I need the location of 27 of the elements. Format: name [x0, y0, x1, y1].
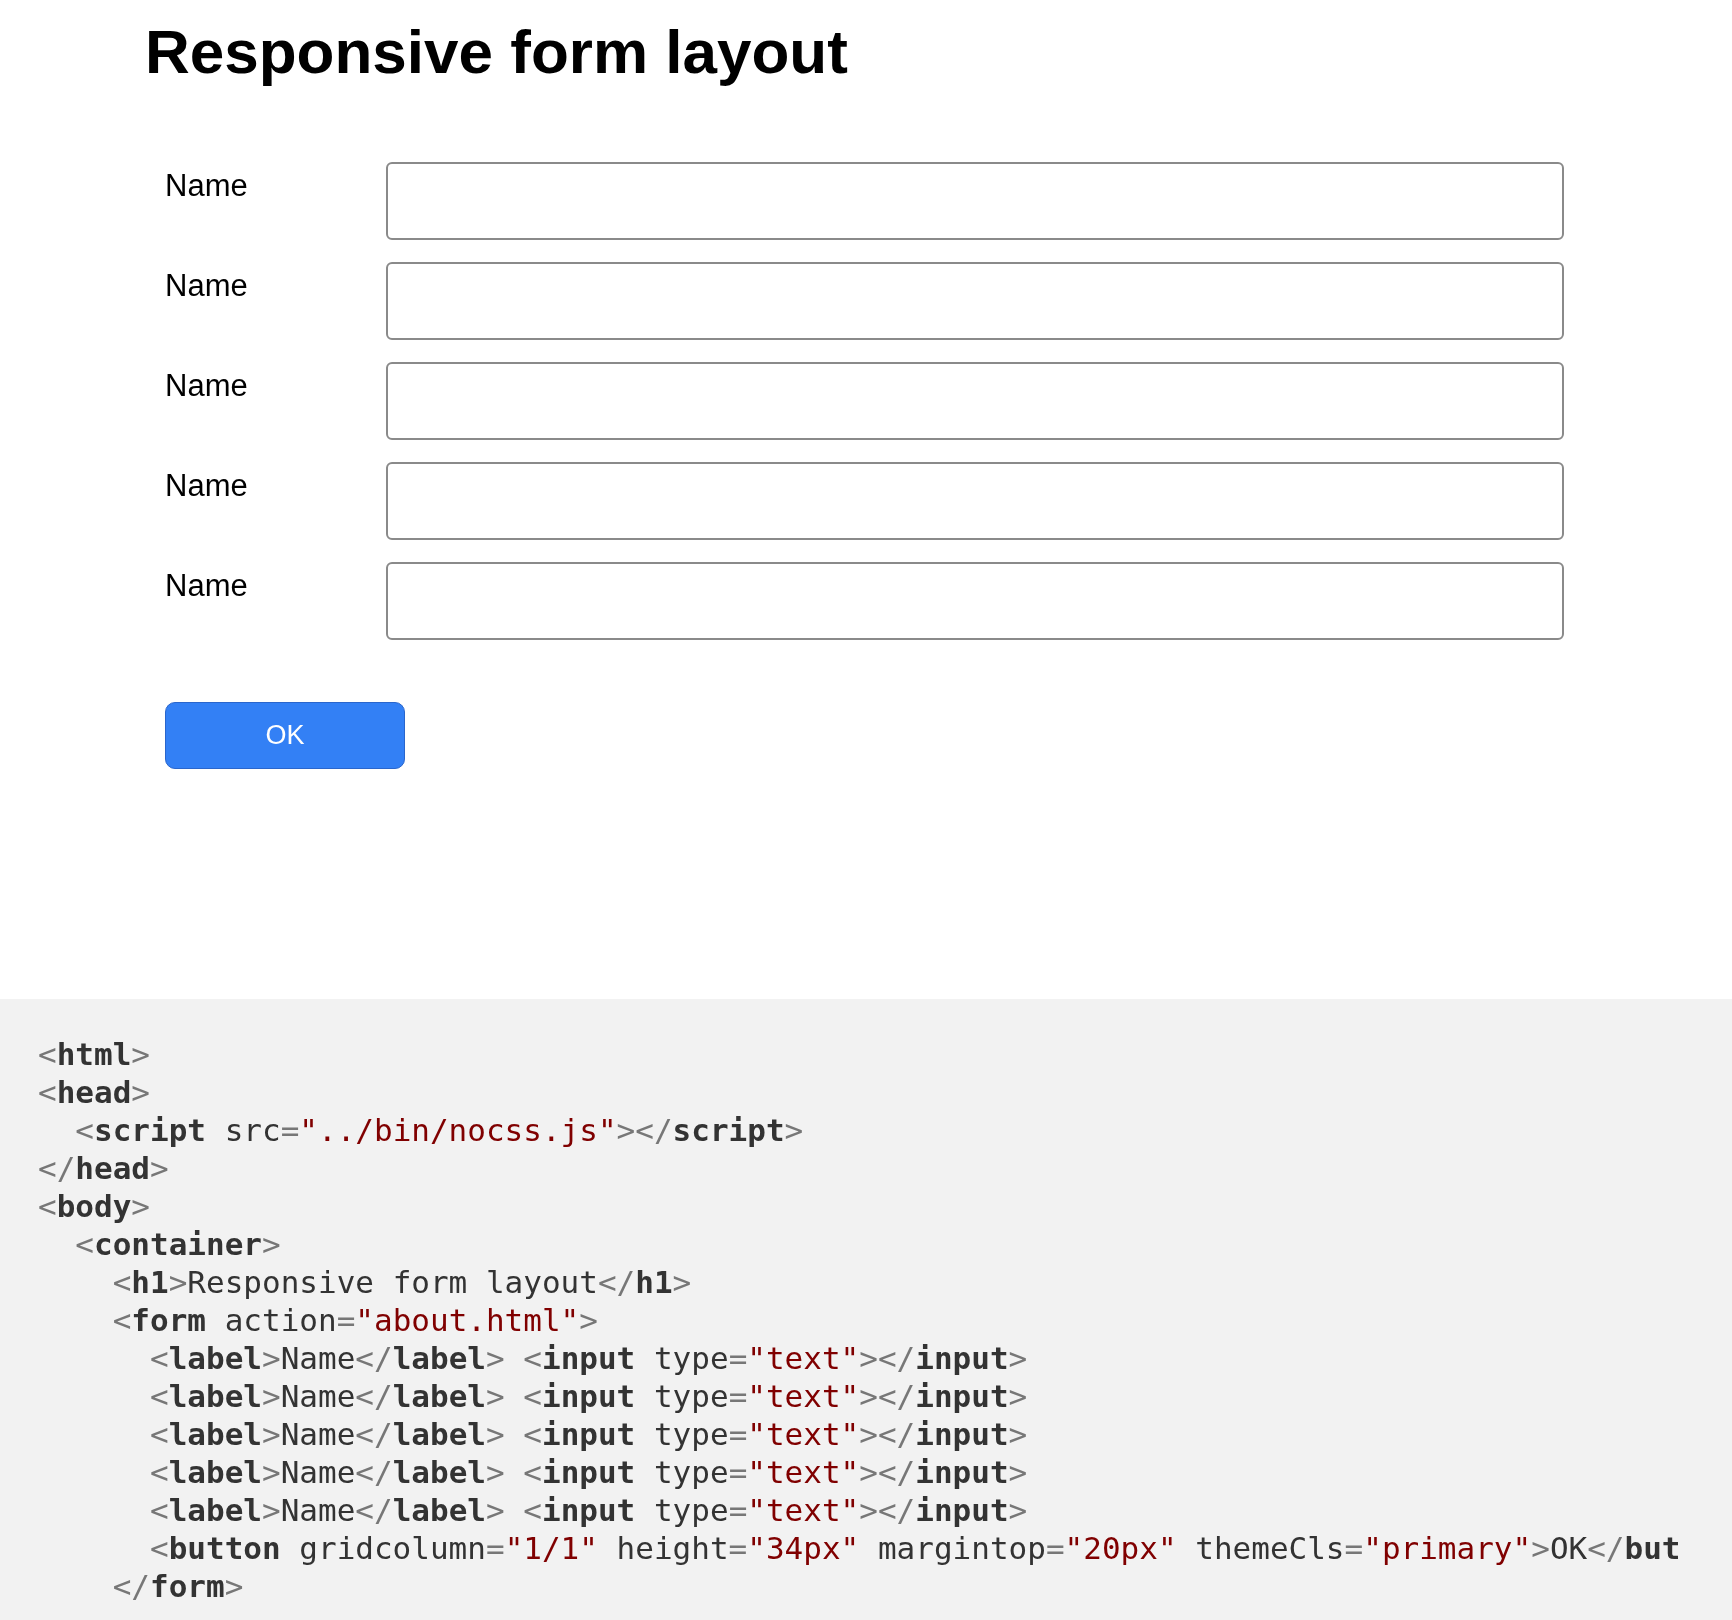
code-line: <label>Name</label> <input type="text"></input> — [148, 1453, 1028, 1491]
field-label: Name — [165, 567, 248, 604]
page-title: Responsive form layout — [145, 16, 848, 88]
input-field[interactable] — [386, 362, 1564, 440]
field-label: Name — [165, 167, 248, 204]
input-field[interactable] — [386, 262, 1564, 340]
code-line: </form> — [111, 1567, 244, 1605]
input-field[interactable] — [386, 462, 1564, 540]
input-field[interactable] — [386, 162, 1564, 240]
code-line: <label>Name</label> <input type="text"></input> — [148, 1377, 1028, 1415]
code-line: <script src="../bin/nocss.js"></script> — [74, 1111, 804, 1149]
code-line: <html> — [38, 1035, 150, 1073]
code-line: <button gridcolumn="1/1" height="34px" margintop="20px" themeCls="primary">OK</but — [148, 1529, 1681, 1567]
ok-button[interactable]: OK — [165, 702, 405, 769]
field-label: Name — [165, 367, 248, 404]
field-label: Name — [165, 267, 248, 304]
code-line: <h1>Responsive form layout</h1> — [111, 1263, 692, 1301]
field-label: Name — [165, 467, 248, 504]
code-line: <container> — [74, 1225, 281, 1263]
code-line: <form action="about.html"> — [111, 1301, 598, 1339]
code-line: <label>Name</label> <input type="text"></input> — [148, 1491, 1028, 1529]
code-line: <body> — [38, 1187, 150, 1225]
code-line: <label>Name</label> <input type="text"></input> — [148, 1415, 1028, 1453]
code-line: <head> — [38, 1073, 150, 1111]
code-line: </head> — [38, 1149, 169, 1187]
code-line: <label>Name</label> <input type="text"></input> — [148, 1339, 1028, 1377]
input-field[interactable] — [386, 562, 1564, 640]
